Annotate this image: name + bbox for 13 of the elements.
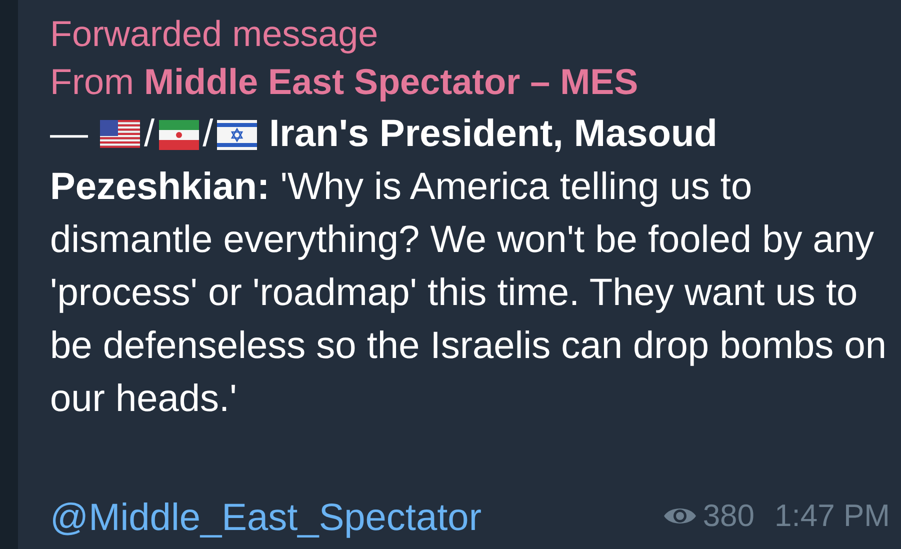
flag-icon — [158, 120, 199, 150]
forwarded-label: Forwarded message — [50, 12, 380, 56]
separator: / — [144, 112, 155, 157]
separator: / — [202, 112, 214, 157]
message-title: Iran's President, Masoud — [269, 112, 718, 157]
view-count: 380 — [702, 496, 755, 534]
message-time: 1:47 PM — [774, 496, 890, 534]
flag-icon — [217, 120, 258, 150]
flag-icon — [100, 120, 140, 150]
message-text: Pezeshkian: 'Why is America telling us to dismantle everything? We won't be fooled by any 'process' or 'roadmap' this time. They want us to be defenseless so the Israelis can drop bombs on our heads.' — [50, 165, 888, 422]
channel-link[interactable]: @Middle_East_Spectator — [50, 495, 482, 541]
dash: — — [50, 112, 88, 157]
forwarded-from: From Middle East Spectator – MES — [50, 61, 638, 102]
